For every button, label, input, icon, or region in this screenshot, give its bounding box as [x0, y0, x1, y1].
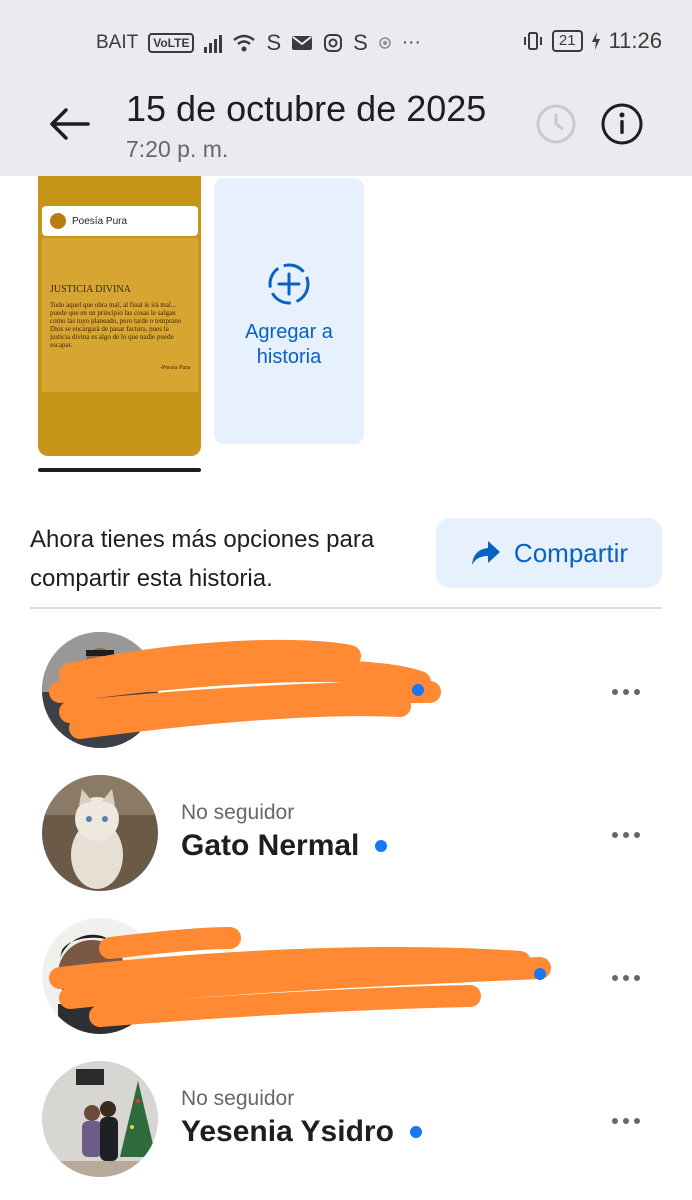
carrier-label: BAIT — [96, 32, 139, 53]
more-options-icon[interactable] — [612, 682, 656, 698]
viewer-name-text: Yesenia Ysidro — [181, 1115, 394, 1148]
more-options-icon[interactable] — [612, 1111, 656, 1127]
add-to-story-button[interactable]: Agregar a historia — [214, 178, 364, 444]
clock-time: 11:26 — [608, 28, 662, 53]
share-button[interactable]: Compartir — [436, 518, 662, 588]
story-page-header: Poesía Pura — [42, 206, 198, 236]
add-to-story-label: Agregar a historia — [245, 321, 333, 368]
selected-story-indicator — [38, 468, 201, 472]
mail-icon — [292, 36, 313, 50]
avatar — [42, 1061, 158, 1177]
verified-dot — [412, 684, 424, 696]
divider — [30, 607, 662, 609]
target-icon — [379, 37, 391, 49]
share-arrow-icon — [471, 541, 500, 565]
avatar — [42, 775, 158, 891]
verified-dot — [409, 1126, 422, 1138]
viewer-row[interactable] — [0, 632, 692, 752]
vibrate-icon — [523, 32, 542, 50]
history-icon — [536, 104, 576, 144]
share-button-label: Compartir — [513, 537, 629, 568]
battery-level: 21 — [551, 30, 583, 52]
story-post-signature: -Poesía Pura — [159, 365, 190, 371]
viewer-subtitle: No seguidor — [181, 801, 295, 824]
story-thumbnail[interactable]: Poesía Pura JUSTICIA DIVINA Todo aquel q… — [38, 176, 201, 456]
viewer-name-text: Gato Nermal — [181, 829, 360, 862]
viewer-row[interactable] — [0, 918, 692, 1038]
story-post-text: Todo aquel que obra mal, al final le irá… — [50, 301, 182, 349]
story-page-name: Poesía Pura — [72, 215, 128, 227]
volte-badge: VoLTE — [148, 33, 195, 53]
viewer-subtitle: No seguidor — [181, 1087, 295, 1110]
page-logo-icon — [50, 213, 66, 229]
more-notifications-icon: ··· — [401, 32, 421, 53]
add-circle-dashed-icon — [268, 263, 310, 305]
signal-bars-icon — [204, 33, 223, 53]
verified-dot — [375, 840, 388, 852]
redaction-scribble — [49, 639, 441, 739]
verified-dot — [534, 968, 546, 980]
arrow-left-icon[interactable] — [44, 104, 94, 144]
redaction-scribble — [49, 927, 551, 1027]
wifi-icon — [233, 34, 256, 52]
page-subtitle: 7:20 p. m. — [126, 136, 229, 162]
more-options-icon[interactable] — [612, 825, 656, 841]
instagram-icon — [324, 34, 343, 52]
viewer-row[interactable]: No seguidor Yesenia Ysidro — [0, 1061, 692, 1181]
story-header: 15 de octubre de 2025 7:20 p. m. — [0, 70, 692, 176]
share-description: Ahora tienes más opciones para compartir… — [30, 526, 375, 592]
more-options-icon[interactable] — [612, 968, 656, 984]
viewer-name: Yesenia Ysidro — [181, 1115, 422, 1149]
page-title: 15 de octubre de 2025 — [126, 88, 487, 129]
story-post-title: JUSTICIA DIVINA — [50, 284, 131, 295]
status-right: 21 11:26 — [522, 28, 662, 54]
viewer-row[interactable]: No seguidor Gato Nermal — [0, 775, 692, 895]
status-left: BAIT VoLTE S S ··· — [96, 30, 421, 56]
status-bar: BAIT VoLTE S S ··· 21 11:26 — [0, 0, 692, 70]
app-s-icon: S — [266, 30, 282, 55]
story-post-body: JUSTICIA DIVINA Todo aquel que obra mal,… — [42, 238, 198, 392]
info-circle-icon[interactable] — [600, 102, 644, 146]
viewer-name: Gato Nermal — [181, 829, 388, 863]
app-s2-icon: S — [353, 30, 368, 55]
charging-icon — [591, 32, 600, 50]
